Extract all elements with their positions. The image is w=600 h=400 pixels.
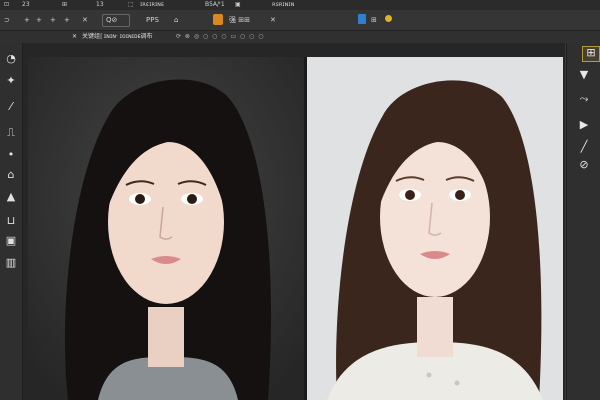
add-icon-2[interactable]: + — [36, 15, 42, 25]
quick-mask-icon[interactable]: ▥ — [3, 255, 19, 271]
menu-bar: ⊡ 23 ⊞ 13 ⬚ ɪʀɛɪʀɪɴᴇ B5A/ᵗ1 ▣ ʀsʀɪɴɪɴ — [0, 0, 600, 10]
add-icon-4[interactable]: + — [64, 15, 70, 25]
pen-icon[interactable]: ⁄ — [3, 99, 19, 115]
eraser-icon[interactable]: ⊔ — [3, 213, 19, 229]
panel-toggle-icon[interactable]: ⊞ — [583, 45, 599, 61]
options-bar: ⊃ + + + + ✕ Q⊘ PPS ⌂ 强 ⊞⊞ ✕ ⊞ — [0, 10, 600, 31]
pps-label[interactable]: PPS — [146, 15, 159, 25]
canvas-area[interactable] — [23, 43, 565, 400]
portrait-original-image — [28, 57, 304, 400]
zoom-tool-box[interactable]: Q⊘ — [102, 14, 130, 27]
ps-options-text[interactable]: 强 ⊞⊞ — [229, 15, 250, 25]
portrait-retouched-image — [307, 57, 563, 400]
left-toolbar: ◔ ✦ ⁄ ⎍ • ⌂ ▲ ⊔ ▣ ▥ — [0, 43, 23, 400]
menu-item-2[interactable]: 23 — [22, 0, 30, 10]
yellow-dot-icon[interactable] — [385, 15, 392, 22]
zoom-tool-label: Q⊘ — [106, 16, 118, 24]
portrait-original — [28, 57, 304, 400]
add-icon[interactable]: + — [24, 15, 30, 25]
menu-item-9[interactable]: ʀsʀɪɴɪɴ — [272, 0, 294, 10]
photoshop-icon[interactable] — [213, 14, 223, 25]
menu-item-8[interactable]: ▣ — [235, 0, 241, 10]
play-icon[interactable]: ▶ — [576, 117, 592, 133]
brush-dot-icon[interactable]: • — [3, 147, 19, 163]
add-icon-3[interactable]: + — [50, 15, 56, 25]
line-tool-icon[interactable]: ╱ — [576, 139, 592, 155]
rotate-view-icon[interactable]: ⊘ — [576, 157, 592, 173]
menu-item-6[interactable]: ɪʀɛɪʀɪɴᴇ — [140, 0, 164, 10]
grid-icon[interactable]: ⊞ — [371, 15, 377, 25]
menu-item-1[interactable]: ⊡ — [4, 0, 9, 10]
home-icon[interactable]: ⌂ — [174, 15, 178, 25]
collapse-icon[interactable]: ⊃ — [4, 15, 10, 25]
dropdown-icon[interactable]: ▼ — [576, 67, 592, 83]
close-icon[interactable]: ✕ — [82, 15, 88, 25]
stamp-icon[interactable]: ⌂ — [3, 167, 19, 183]
magic-wand-icon[interactable]: ✦ — [3, 73, 19, 89]
fill-icon[interactable]: ▲ — [3, 189, 19, 205]
document-tab-title[interactable]: 关键组| ɪɴɪɴ· ɪᴏɪɴɪᴅᴇ调布 — [82, 31, 153, 43]
menu-item-7[interactable]: B5A/ᵗ1 — [205, 0, 225, 10]
close-icon-2[interactable]: ✕ — [270, 15, 276, 25]
right-tool-panel: ⊞ ▼ ⤳ ▶ ╱ ⊘ — [566, 43, 600, 400]
portrait-retouched — [307, 57, 563, 400]
document-tab-bar: ✕ 关键组| ɪɴɪɴ· ɪᴏɪɴɪᴅᴇ调布 ⟳ ⊗ ◎ ○ ○ ○ ▭ ○ ○… — [0, 31, 600, 43]
tab-tool-icons[interactable]: ⟳ ⊗ ◎ ○ ○ ○ ▭ ○ ○ ○ — [176, 31, 265, 43]
blue-square-icon[interactable] — [358, 14, 366, 24]
menu-item-4[interactable]: 13 — [96, 0, 104, 10]
lasso-icon[interactable]: ◔ — [3, 51, 19, 67]
path-tool-icon[interactable]: ⤳ — [576, 91, 592, 107]
menu-item-5[interactable]: ⬚ — [128, 0, 134, 10]
menu-item-3[interactable]: ⊞ — [62, 0, 67, 10]
crop-icon[interactable]: ⎍ — [3, 125, 19, 141]
screen-mode-icon[interactable]: ▣ — [3, 233, 19, 249]
tab-close-icon[interactable]: ✕ — [72, 31, 77, 43]
